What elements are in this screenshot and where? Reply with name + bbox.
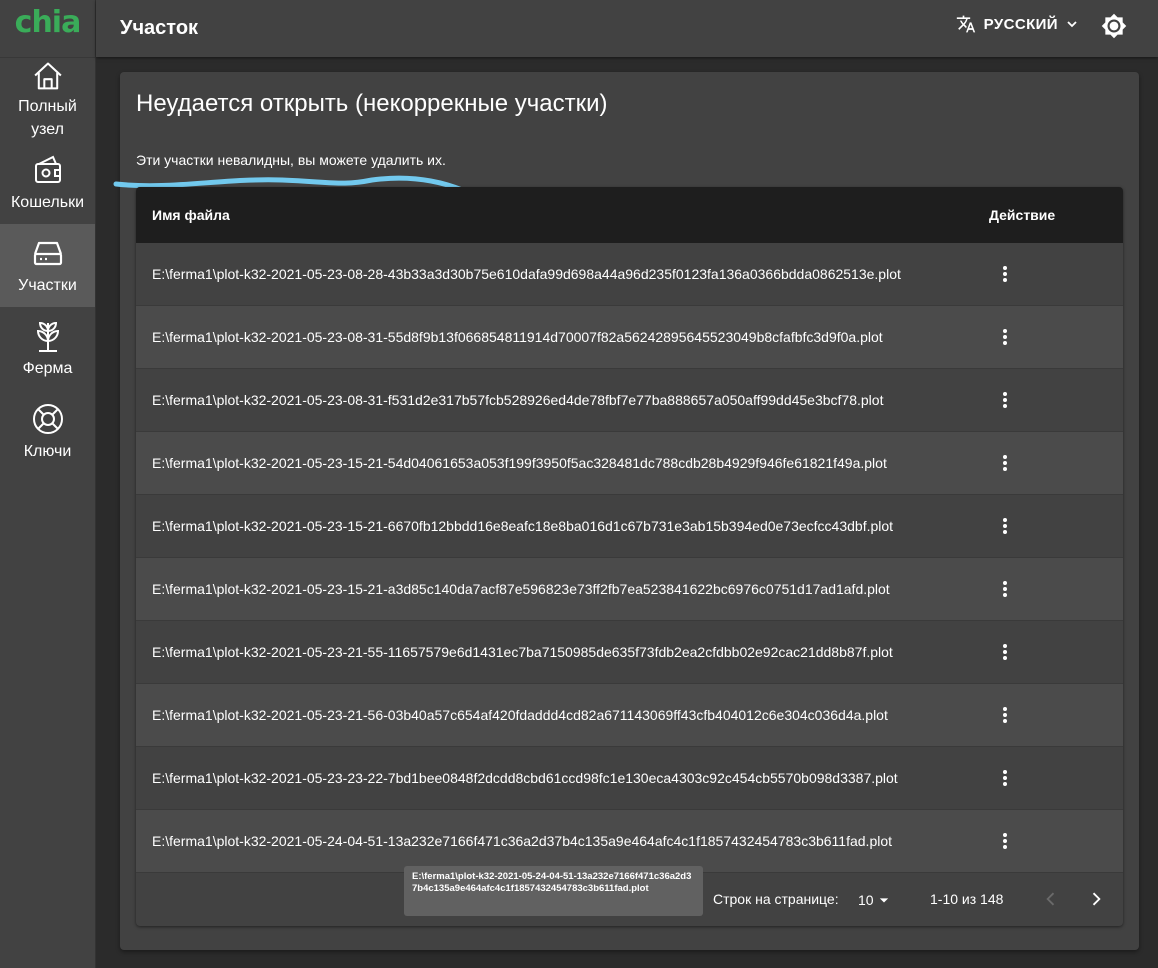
more-vertical-icon — [1003, 518, 1007, 534]
language-label: РУССКИЙ — [983, 15, 1058, 33]
home-icon — [33, 62, 62, 90]
more-vertical-icon — [1003, 833, 1007, 849]
row-actions-button[interactable] — [994, 763, 1016, 793]
translate-icon — [956, 15, 975, 33]
row-actions-button[interactable] — [994, 448, 1016, 478]
table-body: E:\ferma1\plot-k32-2021-05-23-08-28-43b3… — [136, 243, 1123, 873]
app-header: Участок РУССКИЙ — [96, 0, 1158, 57]
page-title: Участок — [120, 17, 199, 39]
more-vertical-icon — [1003, 266, 1007, 282]
table-row: E:\ferma1\plot-k32-2021-05-23-08-31-55d8… — [136, 306, 1123, 369]
sidebar-item-plots[interactable]: Участки — [0, 224, 95, 307]
dropdown-arrow-icon — [879, 898, 888, 903]
card-title: Неудается открыть (некоррекные участки) — [136, 90, 608, 117]
brightness-icon — [1101, 13, 1127, 39]
plot-filename: E:\ferma1\plot-k32-2021-05-23-15-21-6670… — [152, 518, 894, 534]
table-header: Имя файла Действие — [136, 187, 1123, 243]
more-vertical-icon — [1003, 707, 1007, 723]
more-vertical-icon — [1003, 644, 1007, 660]
chevron-right-icon — [1092, 892, 1101, 906]
row-actions-button[interactable] — [994, 259, 1016, 289]
column-header-filename: Имя файла — [152, 207, 230, 223]
table-row: E:\ferma1\plot-k32-2021-05-23-15-21-a3d8… — [136, 558, 1123, 621]
invalid-plots-card: Неудается открыть (некоррекные участки) … — [113, 72, 1139, 950]
more-vertical-icon — [1003, 770, 1007, 786]
previous-page-button[interactable] — [1041, 889, 1061, 912]
more-vertical-icon — [1003, 455, 1007, 471]
plot-filename: E:\ferma1\plot-k32-2021-05-23-08-28-43b3… — [152, 266, 901, 282]
rows-per-page-select[interactable]: 10 — [858, 890, 894, 910]
plot-filename: E:\ferma1\plot-k32-2021-05-23-21-55-1165… — [152, 644, 893, 660]
card-subtitle: Эти участки невалидны, вы можете удалить… — [136, 152, 446, 168]
row-actions-button[interactable] — [994, 700, 1016, 730]
row-actions-button[interactable] — [994, 322, 1016, 352]
invalid-plots-table: Имя файла Действие E:\ferma1\plot-k32-20… — [136, 187, 1123, 926]
sidebar-item-farm[interactable]: Ферма — [0, 307, 95, 390]
sidebar: chia Полный узел Кошельки Участки Ферма … — [0, 0, 96, 968]
plot-filename: E:\ferma1\plot-k32-2021-05-23-23-22-7bd1… — [152, 770, 898, 786]
language-selector[interactable]: РУССКИЙ — [956, 14, 1086, 34]
theme-toggle-button[interactable] — [1101, 13, 1127, 44]
sidebar-item-full-node[interactable]: Полный узел — [0, 58, 95, 141]
plot-filename: E:\ferma1\plot-k32-2021-05-24-04-51-13a2… — [152, 833, 893, 849]
row-actions-button[interactable] — [994, 826, 1016, 856]
row-actions-button[interactable] — [994, 637, 1016, 667]
plot-filename: E:\ferma1\plot-k32-2021-05-23-21-56-03b4… — [152, 707, 888, 723]
plot-filename: E:\ferma1\plot-k32-2021-05-23-15-21-a3d8… — [152, 581, 890, 597]
sidebar-item-wallets[interactable]: Кошельки — [0, 141, 95, 224]
table-row: E:\ferma1\plot-k32-2021-05-23-08-28-43b3… — [136, 243, 1123, 306]
table-row: E:\ferma1\plot-k32-2021-05-24-04-51-13a2… — [136, 810, 1123, 873]
table-row: E:\ferma1\plot-k32-2021-05-23-23-22-7bd1… — [136, 747, 1123, 810]
sprout-icon — [36, 321, 59, 352]
chia-logo: chia — [14, 5, 82, 40]
more-vertical-icon — [1003, 581, 1007, 597]
plot-filename: E:\ferma1\plot-k32-2021-05-23-15-21-54d0… — [152, 455, 887, 471]
table-row: E:\ferma1\plot-k32-2021-05-23-08-31-f531… — [136, 369, 1123, 432]
rows-per-page-label: Строк на странице: — [713, 891, 839, 907]
table-row: E:\ferma1\plot-k32-2021-05-23-15-21-54d0… — [136, 432, 1123, 495]
pagination-range: 1-10 из 148 — [930, 891, 1004, 907]
plot-filename: E:\ferma1\plot-k32-2021-05-23-08-31-55d8… — [152, 329, 883, 345]
row-actions-button[interactable] — [994, 511, 1016, 541]
table-row: E:\ferma1\plot-k32-2021-05-23-21-55-1165… — [136, 621, 1123, 684]
sidebar-item-label: Участки — [18, 277, 77, 294]
chevron-left-icon — [1046, 892, 1055, 906]
filename-tooltip: E:\ferma1\plot-k32-2021-05-24-04-51-13a2… — [404, 866, 703, 916]
plot-filename: E:\ferma1\plot-k32-2021-05-23-08-31-f531… — [152, 392, 884, 408]
rows-per-page-value: 10 — [858, 892, 874, 908]
chevron-down-icon — [1067, 21, 1077, 28]
table-row: E:\ferma1\plot-k32-2021-05-23-15-21-6670… — [136, 495, 1123, 558]
sidebar-item-label: Кошельки — [10, 194, 85, 211]
column-header-action: Действие — [989, 207, 1056, 223]
more-vertical-icon — [1003, 329, 1007, 345]
logo-area: chia — [0, 0, 95, 58]
row-actions-button[interactable] — [994, 385, 1016, 415]
table-row: E:\ferma1\plot-k32-2021-05-23-21-56-03b4… — [136, 684, 1123, 747]
row-actions-button[interactable] — [994, 574, 1016, 604]
sidebar-item-label: Полный узел — [18, 98, 77, 138]
sidebar-item-keys[interactable]: Ключи — [0, 390, 95, 473]
sidebar-item-label: Ферма — [22, 360, 73, 377]
sidebar-item-label: Ключи — [23, 443, 72, 460]
next-page-button[interactable] — [1086, 889, 1106, 912]
more-vertical-icon — [1003, 392, 1007, 408]
wallet-icon — [34, 155, 61, 183]
hard-drive-icon — [33, 241, 62, 266]
lifebuoy-icon — [32, 404, 63, 434]
